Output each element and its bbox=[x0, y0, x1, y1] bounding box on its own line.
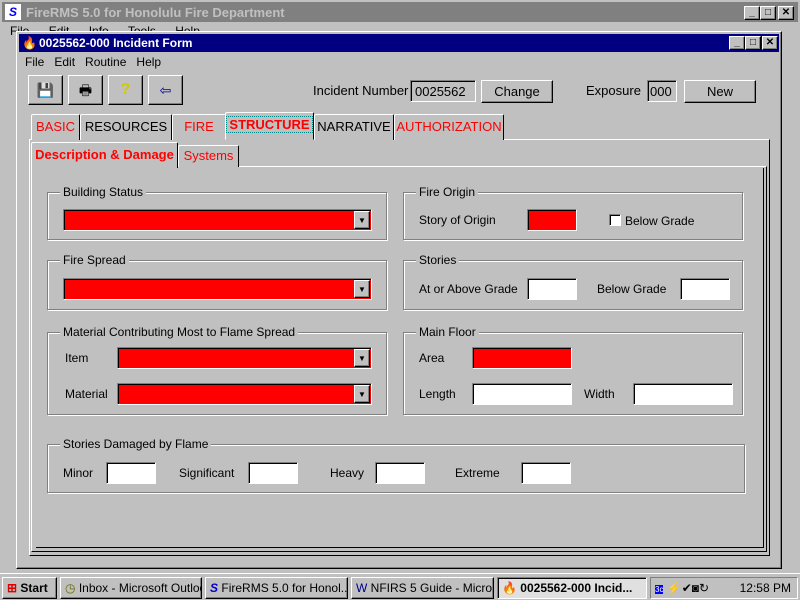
outlook-icon: ◷ bbox=[65, 581, 76, 595]
taskbar-outlook[interactable]: ◷ Inbox - Microsoft Outlook bbox=[60, 577, 202, 599]
save-button[interactable]: 💾 bbox=[28, 75, 63, 105]
parent-minimize-button[interactable]: _ bbox=[744, 6, 760, 20]
tab-basic[interactable]: BASIC bbox=[31, 114, 80, 140]
word-icon: W bbox=[356, 581, 368, 595]
tab-fire[interactable]: FIRE bbox=[172, 114, 226, 140]
item-combo[interactable]: ▼ bbox=[117, 347, 372, 369]
length-field[interactable] bbox=[472, 383, 572, 405]
extreme-label: Extreme bbox=[455, 466, 500, 480]
help-icon: ? bbox=[120, 81, 131, 98]
item-label: Item bbox=[65, 351, 89, 365]
exit-icon: ⇦ bbox=[159, 82, 172, 98]
help-button[interactable]: ? bbox=[108, 75, 143, 105]
story-of-origin-field[interactable] bbox=[527, 209, 577, 231]
tray-icons[interactable]: ⚡✔◙↻ bbox=[667, 581, 709, 595]
start-button[interactable]: ⊞ Start bbox=[2, 577, 57, 599]
below-grade-checkbox-label: Below Grade bbox=[625, 214, 695, 228]
below-grade-label: Below Grade bbox=[597, 282, 667, 296]
building-status-combo[interactable]: ▼ bbox=[63, 209, 372, 231]
new-button[interactable]: New bbox=[684, 80, 756, 103]
maximize-button[interactable]: □ bbox=[745, 36, 761, 50]
clock: 12:58 PM bbox=[739, 581, 791, 595]
menu-routine[interactable]: Routine bbox=[85, 55, 126, 69]
windows-logo-icon: ⊞ bbox=[7, 581, 18, 595]
tab-resources[interactable]: RESOURCES bbox=[80, 114, 172, 140]
tab-authorization[interactable]: AUTHORIZATION bbox=[394, 114, 504, 140]
chevron-down-icon[interactable]: ▼ bbox=[354, 385, 370, 403]
length-label: Length bbox=[419, 387, 456, 401]
chevron-down-icon[interactable]: ▼ bbox=[354, 349, 370, 367]
parent-maximize-button[interactable]: □ bbox=[760, 6, 776, 20]
window-title: 0025562-000 Incident Form bbox=[39, 36, 193, 50]
firerms-icon: S bbox=[210, 581, 219, 595]
network-icon[interactable]: 3c bbox=[655, 585, 664, 594]
change-button[interactable]: Change bbox=[481, 80, 553, 103]
incident-number-field[interactable]: 0025562 bbox=[410, 80, 476, 102]
taskbar-incident-form[interactable]: 🔥 0025562-000 Incid... bbox=[497, 577, 647, 599]
at-above-grade-field[interactable] bbox=[527, 278, 577, 300]
material-label: Material bbox=[65, 387, 108, 401]
chevron-down-icon[interactable]: ▼ bbox=[354, 211, 370, 229]
significant-label: Significant bbox=[179, 466, 235, 480]
story-of-origin-label: Story of Origin bbox=[419, 213, 496, 227]
area-label: Area bbox=[419, 351, 445, 365]
menu-help[interactable]: Help bbox=[136, 55, 161, 69]
exposure-field[interactable]: 000 bbox=[647, 80, 677, 102]
below-grade-field[interactable] bbox=[680, 278, 730, 300]
width-field[interactable] bbox=[633, 383, 733, 405]
below-grade-checkbox[interactable] bbox=[609, 214, 621, 226]
material-combo[interactable]: ▼ bbox=[117, 383, 372, 405]
tab-structure[interactable]: STRUCTURE bbox=[225, 112, 314, 140]
fire-spread-combo[interactable]: ▼ bbox=[63, 278, 372, 300]
app-logo-icon: S bbox=[5, 4, 21, 20]
area-field[interactable] bbox=[472, 347, 572, 369]
parent-title: FireRMS 5.0 for Honolulu Fire Department bbox=[26, 5, 285, 20]
minor-field[interactable] bbox=[106, 462, 156, 484]
print-icon: 🖶 bbox=[78, 82, 93, 98]
menu-file[interactable]: File bbox=[25, 55, 44, 69]
print-button[interactable]: 🖶 bbox=[68, 75, 103, 105]
minor-label: Minor bbox=[63, 466, 94, 480]
significant-field[interactable] bbox=[248, 462, 298, 484]
width-label: Width bbox=[584, 387, 615, 401]
heavy-field[interactable] bbox=[375, 462, 425, 484]
exposure-label: Exposure bbox=[586, 83, 641, 98]
extreme-field[interactable] bbox=[521, 462, 571, 484]
fire-icon: 🔥 bbox=[502, 581, 517, 595]
system-tray: 3c ⚡✔◙↻ 12:58 PM bbox=[650, 577, 798, 599]
save-icon: 💾 bbox=[36, 82, 55, 98]
taskbar-firerms[interactable]: S FireRMS 5.0 for Honol... bbox=[205, 577, 348, 599]
incident-number-label: Incident Number bbox=[313, 83, 409, 98]
menu-edit[interactable]: Edit bbox=[54, 55, 75, 69]
at-above-grade-label: At or Above Grade bbox=[419, 282, 518, 296]
heavy-label: Heavy bbox=[330, 466, 365, 480]
parent-close-button[interactable]: ✕ bbox=[778, 6, 794, 20]
minimize-button[interactable]: _ bbox=[729, 36, 745, 50]
exit-button[interactable]: ⇦ bbox=[148, 75, 183, 105]
chevron-down-icon[interactable]: ▼ bbox=[354, 280, 370, 298]
tab-narrative[interactable]: NARRATIVE bbox=[314, 114, 394, 140]
subtab-systems[interactable]: Systems bbox=[178, 145, 239, 167]
fire-icon: 🔥 bbox=[22, 36, 37, 50]
subtab-description-damage[interactable]: Description & Damage bbox=[31, 142, 178, 168]
close-button[interactable]: ✕ bbox=[762, 36, 778, 50]
taskbar-nfirs-guide[interactable]: W NFIRS 5 Guide - Micro... bbox=[351, 577, 494, 599]
window-menu: File Edit Routine Help bbox=[25, 55, 161, 69]
